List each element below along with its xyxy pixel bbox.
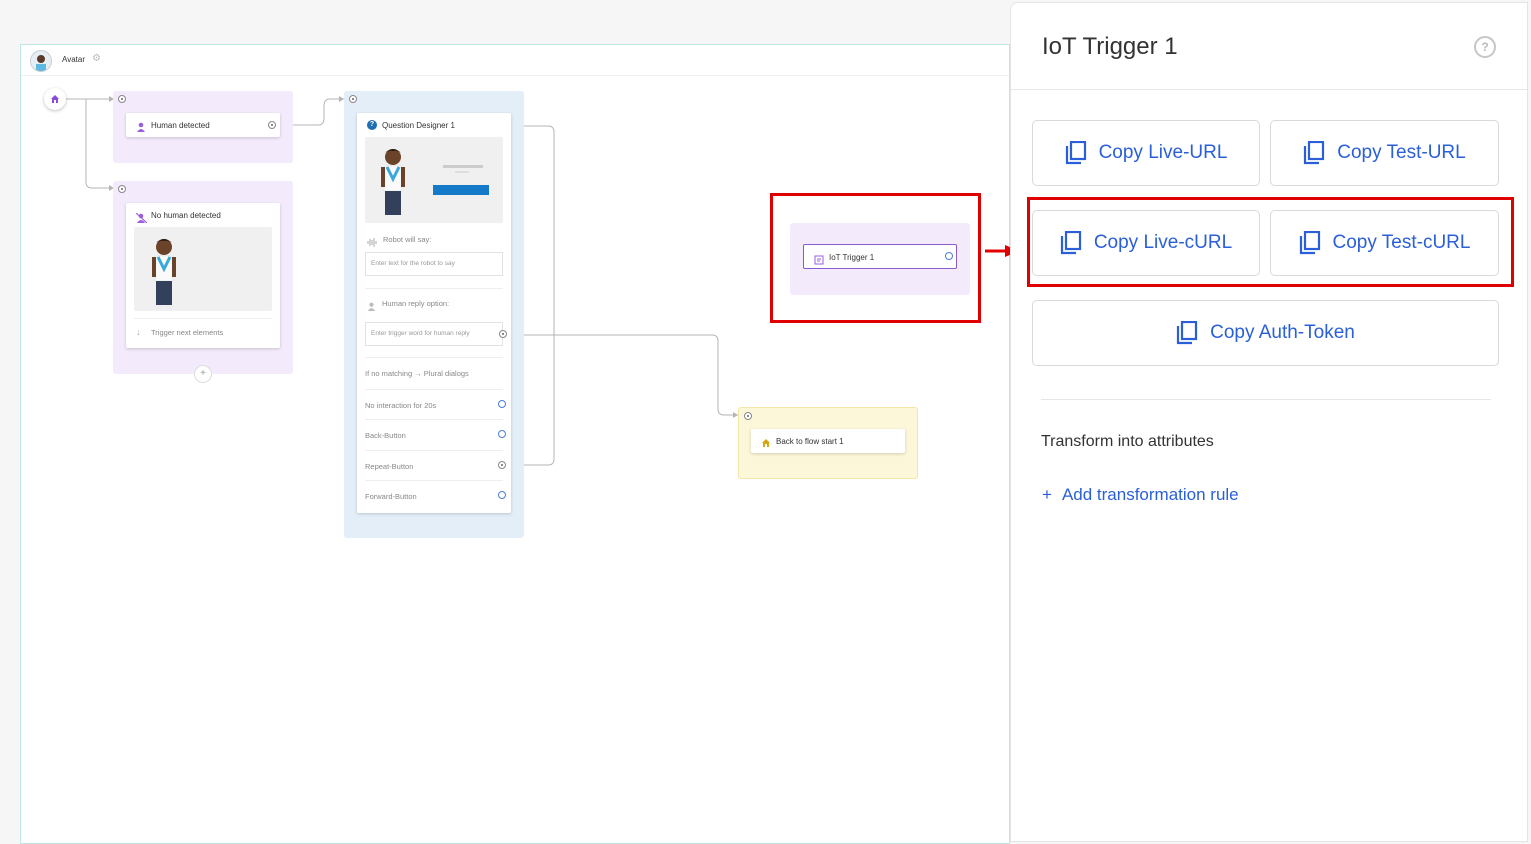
back-to-flow-node[interactable]: Back to flow start 1 bbox=[751, 429, 905, 453]
copy-live-url-label: Copy Live-URL bbox=[1098, 142, 1228, 163]
add-transformation-rule-button[interactable]: + Add transformation rule bbox=[1042, 485, 1239, 505]
question-preview-image bbox=[365, 137, 503, 223]
question-designer-node[interactable]: ? Question Designer 1 Robot will say: En… bbox=[357, 113, 511, 513]
human-detected-group: Human detected bbox=[113, 91, 293, 163]
person-icon bbox=[367, 298, 376, 316]
trigger-next-elements[interactable]: Trigger next elements bbox=[151, 328, 223, 337]
no-match-label: If no matching → Plural dialogs bbox=[365, 369, 469, 378]
input-port[interactable] bbox=[118, 185, 126, 193]
copy-live-url-button[interactable]: Copy Live-URL bbox=[1032, 120, 1260, 186]
house-icon bbox=[761, 435, 771, 453]
no-human-detected-node[interactable]: No human detected ↓ Trigger next element… bbox=[126, 203, 280, 348]
copy-test-url-button[interactable]: Copy Test-URL bbox=[1270, 120, 1499, 186]
question-icon: ? bbox=[367, 120, 377, 130]
option-row-label: Forward-Button bbox=[365, 492, 417, 501]
help-icon[interactable]: ? bbox=[1474, 36, 1496, 58]
add-rule-label: Add transformation rule bbox=[1061, 485, 1239, 504]
copy-icon bbox=[1176, 321, 1198, 345]
sound-wave-icon bbox=[367, 234, 379, 252]
no-person-icon bbox=[135, 210, 148, 228]
output-port[interactable] bbox=[498, 491, 506, 499]
highlight-iot-trigger bbox=[770, 193, 981, 323]
no-human-detected-group: No human detected ↓ Trigger next element… bbox=[113, 181, 293, 383]
no-human-detected-label: No human detected bbox=[151, 211, 221, 220]
copy-auth-token-label: Copy Auth-Token bbox=[1210, 322, 1355, 343]
flow-start-home-icon[interactable] bbox=[44, 88, 66, 110]
robot-say-input[interactable]: Enter text for the robot to say bbox=[365, 252, 503, 276]
add-element-plus-icon[interactable]: + bbox=[194, 365, 212, 383]
output-port[interactable] bbox=[268, 121, 276, 129]
copy-auth-token-button[interactable]: Copy Auth-Token bbox=[1032, 300, 1499, 366]
copy-icon bbox=[1065, 141, 1087, 165]
option-row-label: No interaction for 20s bbox=[365, 401, 437, 410]
question-designer-title: Question Designer 1 bbox=[382, 121, 455, 130]
properties-panel: IoT Trigger 1 ? Copy Live-URL Copy Test-… bbox=[1010, 2, 1528, 842]
copy-test-url-label: Copy Test-URL bbox=[1337, 142, 1466, 163]
robot-say-placeholder: Enter text for the robot to say bbox=[371, 260, 455, 267]
highlight-curl-buttons bbox=[1027, 197, 1514, 287]
robot-will-say-label: Robot will say: bbox=[383, 235, 432, 244]
input-port[interactable] bbox=[349, 95, 357, 103]
back-to-flow-group: Back to flow start 1 bbox=[738, 407, 918, 479]
copy-icon bbox=[1303, 141, 1325, 165]
question-designer-group: ? Question Designer 1 Robot will say: En… bbox=[344, 91, 524, 538]
option-row-label: Back-Button bbox=[365, 431, 406, 440]
human-reply-label: Human reply option: bbox=[382, 299, 450, 308]
output-port[interactable] bbox=[498, 400, 506, 408]
option-row-label: Repeat-Button bbox=[365, 462, 414, 471]
human-reply-placeholder: Enter trigger word for human reply bbox=[371, 330, 470, 337]
transform-section-title: Transform into attributes bbox=[1041, 433, 1214, 450]
plus-icon: + bbox=[1042, 485, 1052, 504]
back-to-flow-label: Back to flow start 1 bbox=[776, 437, 844, 446]
human-detected-label: Human detected bbox=[151, 121, 210, 130]
person-icon bbox=[136, 119, 146, 137]
input-port[interactable] bbox=[118, 95, 126, 103]
output-port[interactable] bbox=[498, 461, 506, 469]
panel-title: IoT Trigger 1 bbox=[1042, 33, 1178, 60]
avatar-image bbox=[134, 227, 272, 311]
input-port[interactable] bbox=[744, 412, 752, 420]
output-port[interactable] bbox=[498, 430, 506, 438]
arrow-down-icon: ↓ bbox=[136, 327, 141, 337]
human-detected-node[interactable]: Human detected bbox=[126, 113, 280, 137]
output-port[interactable] bbox=[499, 330, 507, 338]
human-reply-input[interactable]: Enter trigger word for human reply bbox=[365, 322, 507, 346]
